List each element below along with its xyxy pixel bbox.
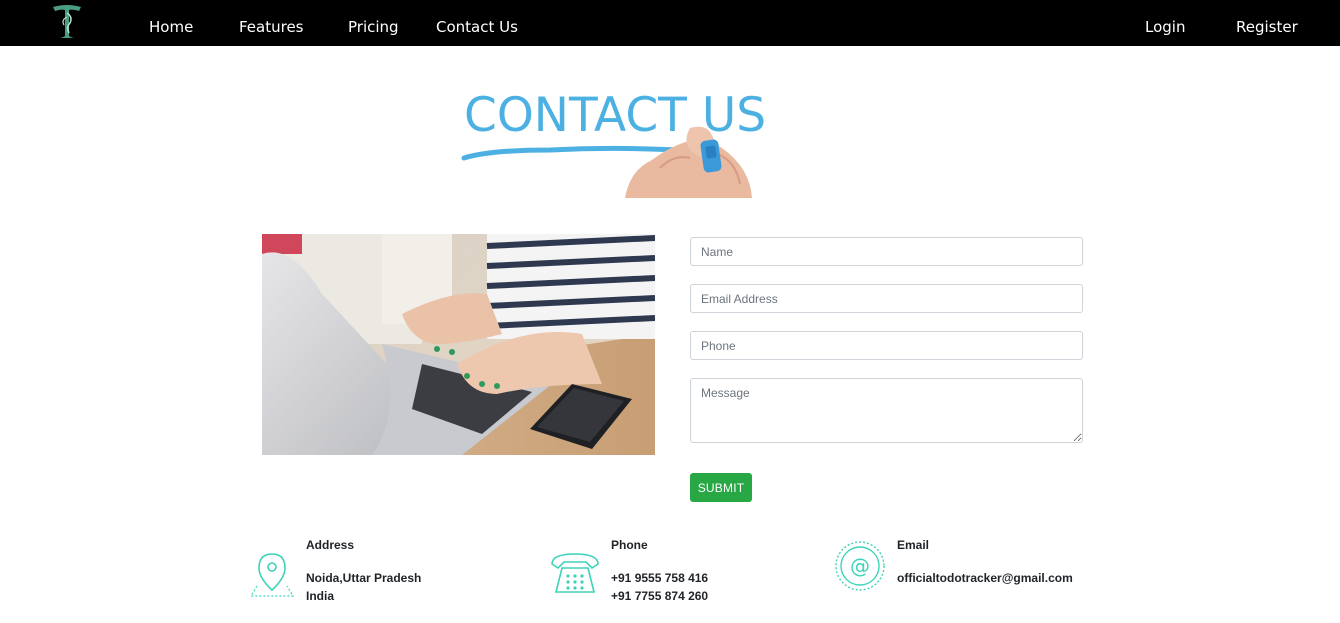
email-title: Email bbox=[897, 538, 930, 552]
nav-login[interactable]: Login bbox=[1145, 0, 1185, 46]
svg-text:@: @ bbox=[850, 554, 870, 578]
map-pin-icon bbox=[249, 550, 295, 602]
nav-features[interactable]: Features bbox=[239, 0, 304, 46]
address-line-2: India bbox=[306, 589, 335, 603]
phone-line-2[interactable]: +91 7755 874 260 bbox=[611, 589, 708, 603]
navbar: Home Features Pricing Contact Us Login R… bbox=[0, 0, 1340, 46]
telephone-icon bbox=[548, 550, 602, 600]
name-input[interactable] bbox=[690, 237, 1083, 266]
nav-register[interactable]: Register bbox=[1236, 0, 1298, 46]
nav-pricing[interactable]: Pricing bbox=[348, 0, 399, 46]
message-textarea[interactable] bbox=[690, 378, 1083, 443]
email-address[interactable]: officialtodotracker@gmail.com bbox=[897, 571, 1073, 585]
at-sign-icon: @ bbox=[834, 540, 886, 596]
address-title: Address bbox=[306, 538, 355, 552]
address-line-1: Noida,Uttar Pradesh bbox=[306, 571, 422, 585]
contact-us-banner: CONTACT US bbox=[460, 88, 780, 198]
phone-input[interactable] bbox=[690, 331, 1083, 360]
nav-contact-us[interactable]: Contact Us bbox=[436, 0, 518, 46]
laptop-photo bbox=[262, 234, 655, 455]
brand-logo[interactable] bbox=[50, 3, 84, 41]
nav-home[interactable]: Home bbox=[149, 0, 193, 46]
phone-line-1[interactable]: +91 9555 758 416 bbox=[611, 571, 708, 585]
phone-title: Phone bbox=[611, 538, 648, 552]
email-input[interactable] bbox=[690, 284, 1083, 313]
banner-hand-illustration bbox=[461, 126, 752, 198]
submit-button[interactable]: SUBMIT bbox=[690, 473, 752, 502]
